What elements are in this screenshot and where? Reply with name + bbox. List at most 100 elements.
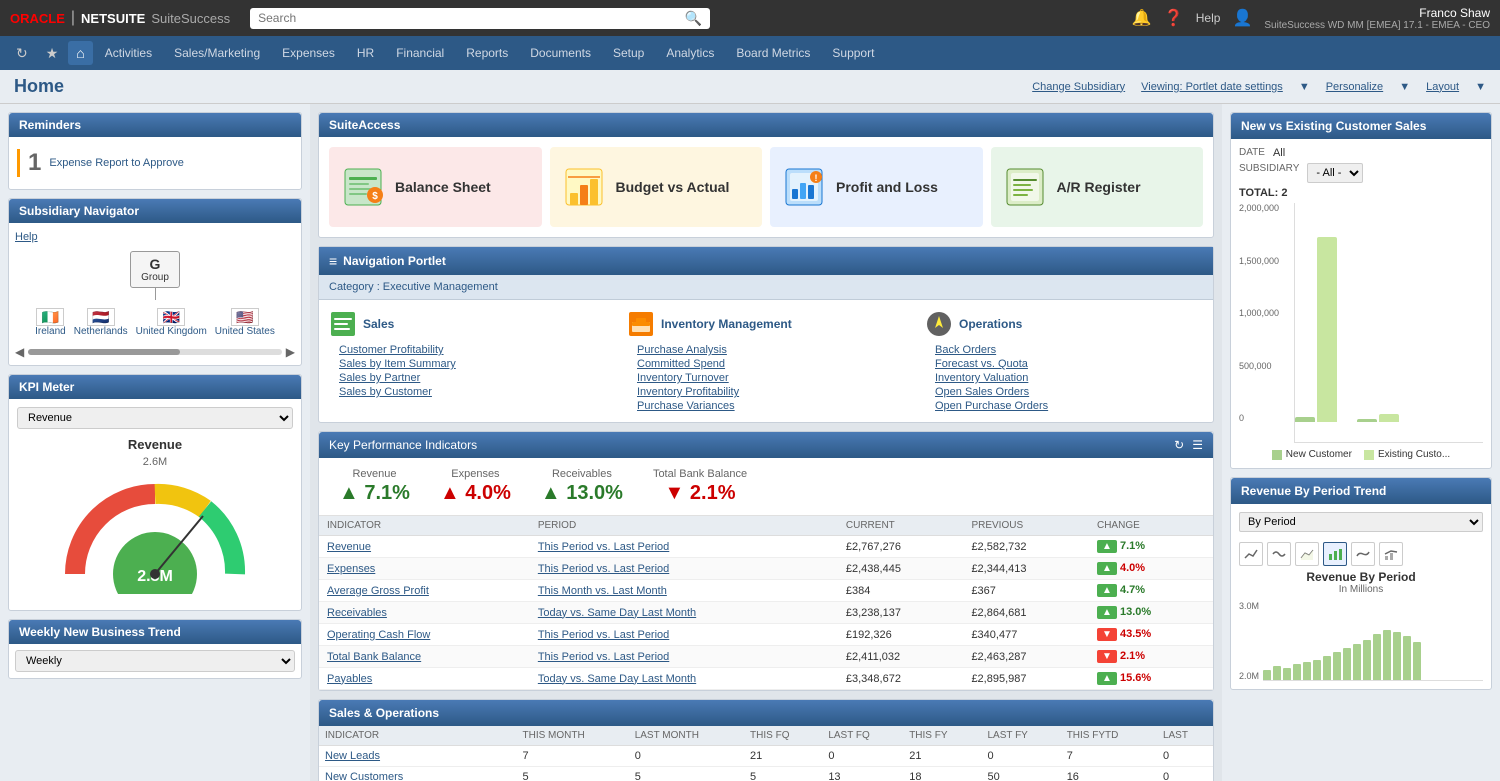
subsidiary-help-link[interactable]: Help xyxy=(15,231,38,243)
wave2-chart-icon[interactable] xyxy=(1351,542,1375,566)
kpi-row-6-period[interactable]: Today vs. Same Day Last Month xyxy=(530,668,838,690)
country-netherlands[interactable]: 🇳🇱 Netherlands xyxy=(74,308,128,337)
tile-profit-loss[interactable]: ! Profit and Loss xyxy=(770,147,983,227)
nav-link-back-orders[interactable]: Back Orders xyxy=(935,344,1203,356)
favorites-icon[interactable]: ★ xyxy=(38,45,67,62)
date-value: All xyxy=(1273,147,1285,159)
revenue-period-select[interactable]: By Period By Month xyxy=(1239,512,1483,532)
kpi-receivables-metric: Receivables ▲ 13.0% xyxy=(541,468,623,505)
nav-link-inventory-profitability[interactable]: Inventory Profitability xyxy=(637,386,905,398)
combo-chart-icon[interactable] xyxy=(1379,542,1403,566)
kpi-row-3-indicator[interactable]: Receivables xyxy=(319,602,530,624)
sidebar-item-hr[interactable]: HR xyxy=(347,36,384,70)
reminder-text[interactable]: Expense Report to Approve xyxy=(49,157,184,169)
kpi-meter-select[interactable]: Revenue Expenses xyxy=(17,407,293,429)
layout-link[interactable]: Layout xyxy=(1426,81,1459,93)
nav-link-customer-profitability[interactable]: Customer Profitability xyxy=(339,344,607,356)
viewing-label[interactable]: Viewing: Portlet date settings xyxy=(1141,81,1283,93)
wave-chart-icon[interactable] xyxy=(1267,542,1291,566)
bar-chart-type-icon[interactable] xyxy=(1323,542,1347,566)
nav-link-forecast-quota[interactable]: Forecast vs. Quota xyxy=(935,358,1203,370)
help-icon[interactable]: ❓ xyxy=(1164,8,1184,28)
tile-budget-actual[interactable]: Budget vs Actual xyxy=(550,147,763,227)
nav-link-open-purchase-orders[interactable]: Open Purchase Orders xyxy=(935,400,1203,412)
kpi-row-6-change: ▲ 15.6% xyxy=(1089,668,1213,690)
nav-link-purchase-variances[interactable]: Purchase Variances xyxy=(637,400,905,412)
sidebar-item-setup[interactable]: Setup xyxy=(603,36,654,70)
weekly-trend-select[interactable]: Weekly Monthly xyxy=(15,650,295,672)
sidebar-item-financial[interactable]: Financial xyxy=(386,36,454,70)
nav-link-committed-spend[interactable]: Committed Spend xyxy=(637,358,905,370)
subsidiary-navigator-header: Subsidiary Navigator xyxy=(9,199,301,223)
kpi-row-5-period[interactable]: This Period vs. Last Period xyxy=(530,646,838,668)
help-label[interactable]: Help xyxy=(1196,11,1221,25)
country-ireland[interactable]: 🇮🇪 Ireland xyxy=(35,308,66,337)
search-icon[interactable]: 🔍 xyxy=(685,10,702,27)
scroll-track[interactable] xyxy=(28,349,282,355)
sidebar-item-board-metrics[interactable]: Board Metrics xyxy=(726,36,820,70)
sales-col-last: LAST xyxy=(1157,726,1213,746)
sidebar-item-activities[interactable]: Activities xyxy=(95,36,162,70)
tile-balance-sheet[interactable]: $ Balance Sheet xyxy=(329,147,542,227)
refresh-icon[interactable]: ↻ xyxy=(8,45,36,62)
nav-link-open-sales-orders[interactable]: Open Sales Orders xyxy=(935,386,1203,398)
kpi-row-3-period[interactable]: Today vs. Same Day Last Month xyxy=(530,602,838,624)
subsidiary-select[interactable]: - All - xyxy=(1307,163,1363,183)
suite-access-portlet: SuiteAccess $ B xyxy=(318,112,1214,238)
period-bar-15 xyxy=(1403,636,1411,680)
sales-icon xyxy=(329,310,357,338)
kpi-row-4-indicator[interactable]: Operating Cash Flow xyxy=(319,624,530,646)
country-us[interactable]: 🇺🇸 United States xyxy=(215,308,275,337)
sidebar-item-sales-marketing[interactable]: Sales/Marketing xyxy=(164,36,270,70)
line-chart-icon[interactable] xyxy=(1239,542,1263,566)
nav-link-sales-partner[interactable]: Sales by Partner xyxy=(339,372,607,384)
sidebar-item-support[interactable]: Support xyxy=(822,36,884,70)
group-box[interactable]: G Group xyxy=(130,251,180,288)
user-icon[interactable]: 👤 xyxy=(1232,8,1252,28)
personalize-link[interactable]: Personalize xyxy=(1326,81,1383,93)
kpi-row-6-indicator[interactable]: Payables xyxy=(319,668,530,690)
kpi-row-1-indicator[interactable]: Expenses xyxy=(319,558,530,580)
tile-ar-register[interactable]: A/R Register xyxy=(991,147,1204,227)
search-input[interactable] xyxy=(258,11,685,25)
kpi-row-0-period[interactable]: This Period vs. Last Period xyxy=(530,536,838,558)
kpi-row-5-indicator[interactable]: Total Bank Balance xyxy=(319,646,530,668)
kpi-refresh-icon[interactable]: ↻ xyxy=(1174,438,1184,452)
nav-link-inventory-valuation[interactable]: Inventory Valuation xyxy=(935,372,1203,384)
kpi-row-2-period[interactable]: This Month vs. Last Month xyxy=(530,580,838,602)
sidebar-item-reports[interactable]: Reports xyxy=(456,36,518,70)
inventory-links: Purchase Analysis Committed Spend Invent… xyxy=(637,344,905,412)
y-axis-labels: 2,000,000 1,500,000 1,000,000 500,000 0 xyxy=(1239,203,1279,423)
kpi-summary: Revenue ▲ 7.1% Expenses ▲ 4.0% Receivabl… xyxy=(319,458,1213,516)
nav-link-sales-customer[interactable]: Sales by Customer xyxy=(339,386,607,398)
bar-existing-2 xyxy=(1379,414,1399,422)
notifications-icon[interactable]: 🔔 xyxy=(1132,8,1152,28)
sales-row-0-indicator[interactable]: New Leads xyxy=(319,746,516,767)
gauge-value: 2.6M xyxy=(143,456,167,468)
ireland-flag: 🇮🇪 xyxy=(36,308,64,326)
country-uk[interactable]: 🇬🇧 United Kingdom xyxy=(136,308,207,337)
change-subsidiary-link[interactable]: Change Subsidiary xyxy=(1032,81,1125,93)
new-vs-existing-header: New vs Existing Customer Sales xyxy=(1231,113,1491,139)
home-icon[interactable]: ⌂ xyxy=(68,41,92,65)
scroll-left-icon[interactable]: ◀ xyxy=(15,345,24,359)
reminders-title: Reminders xyxy=(19,118,81,132)
kpi-row-1-period[interactable]: This Period vs. Last Period xyxy=(530,558,838,580)
kpi-row-3-current: £3,238,137 xyxy=(838,602,964,624)
nav-link-purchase-analysis[interactable]: Purchase Analysis xyxy=(637,344,905,356)
kpi-row-2-indicator[interactable]: Average Gross Profit xyxy=(319,580,530,602)
kpi-row-4-period[interactable]: This Period vs. Last Period xyxy=(530,624,838,646)
scroll-right-icon[interactable]: ▶ xyxy=(286,345,295,359)
y-label-500k: 500,000 xyxy=(1239,361,1279,371)
sidebar-item-documents[interactable]: Documents xyxy=(520,36,601,70)
weekly-trend-header: Weekly New Business Trend xyxy=(9,620,301,644)
nav-link-inventory-turnover[interactable]: Inventory Turnover xyxy=(637,372,905,384)
kpi-row-1-change: ▲ 4.0% xyxy=(1089,558,1213,580)
sidebar-item-analytics[interactable]: Analytics xyxy=(656,36,724,70)
kpi-menu-icon[interactable]: ☰ xyxy=(1192,438,1203,452)
sidebar-item-expenses[interactable]: Expenses xyxy=(272,36,345,70)
area-chart-icon[interactable] xyxy=(1295,542,1319,566)
nav-link-sales-item-summary[interactable]: Sales by Item Summary xyxy=(339,358,607,370)
kpi-row-0-indicator[interactable]: Revenue xyxy=(319,536,530,558)
category-label: Category : Executive Management xyxy=(329,281,498,293)
